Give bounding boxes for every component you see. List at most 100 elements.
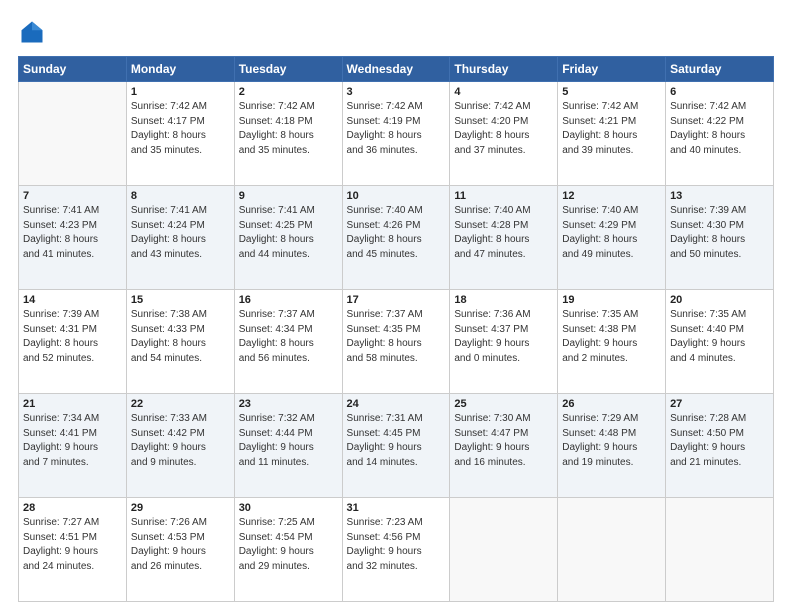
day-info: Sunrise: 7:31 AM Sunset: 4:45 PM Dayligh…	[347, 412, 446, 470]
header	[18, 18, 774, 46]
calendar-cell: 18 Sunrise: 7:36 AM Sunset: 4:37 PM Dayli…	[450, 290, 558, 394]
day-info: Sunrise: 7:42 AM Sunset: 4:22 PM Dayligh…	[670, 100, 769, 158]
day-info: Sunrise: 7:40 AM Sunset: 4:28 PM Dayligh…	[454, 204, 553, 262]
day-info: Sunrise: 7:32 AM Sunset: 4:44 PM Dayligh…	[239, 412, 338, 470]
day-number: 8	[131, 190, 230, 202]
weekday-header-monday: Monday	[126, 57, 234, 82]
day-info: Sunrise: 7:26 AM Sunset: 4:53 PM Dayligh…	[131, 516, 230, 574]
calendar-cell: 28 Sunrise: 7:27 AM Sunset: 4:51 PM Dayli…	[19, 498, 127, 602]
day-info: Sunrise: 7:41 AM Sunset: 4:25 PM Dayligh…	[239, 204, 338, 262]
calendar-week-2: 14Sunrise: 7:39 AM Sunset: 4:31 PM Dayli…	[19, 290, 774, 394]
day-number: 9	[239, 190, 338, 202]
calendar-cell: 29 Sunrise: 7:26 AM Sunset: 4:53 PM Dayli…	[126, 498, 234, 602]
calendar-cell: 10 Sunrise: 7:40 AM Sunset: 4:26 PM Dayli…	[342, 186, 450, 290]
day-info: Sunrise: 7:42 AM Sunset: 4:18 PM Dayligh…	[239, 100, 338, 158]
day-info: Sunrise: 7:33 AM Sunset: 4:42 PM Dayligh…	[131, 412, 230, 470]
day-info: Sunrise: 7:42 AM Sunset: 4:17 PM Dayligh…	[131, 100, 230, 158]
calendar-cell: 19 Sunrise: 7:35 AM Sunset: 4:38 PM Dayli…	[558, 290, 666, 394]
calendar-cell: 31Sunrise: 7:23 AM Sunset: 4:56 PM Dayli…	[342, 498, 450, 602]
calendar-cell: 4 Sunrise: 7:42 AM Sunset: 4:20 PM Daylig…	[450, 82, 558, 186]
day-info: Sunrise: 7:39 AM Sunset: 4:31 PM Dayligh…	[23, 308, 122, 366]
day-info: Sunrise: 7:38 AM Sunset: 4:33 PM Dayligh…	[131, 308, 230, 366]
day-info: Sunrise: 7:40 AM Sunset: 4:29 PM Dayligh…	[562, 204, 661, 262]
calendar-cell	[19, 82, 127, 186]
calendar-cell: 21 Sunrise: 7:34 AM Sunset: 4:41 PM Dayli…	[19, 394, 127, 498]
weekday-header-wednesday: Wednesday	[342, 57, 450, 82]
day-number: 3	[347, 86, 446, 98]
weekday-header-saturday: Saturday	[666, 57, 774, 82]
day-number: 21	[23, 398, 122, 410]
calendar-cell: 15Sunrise: 7:38 AM Sunset: 4:33 PM Dayli…	[126, 290, 234, 394]
day-number: 10	[347, 190, 446, 202]
day-number: 24	[347, 398, 446, 410]
calendar-cell: 6Sunrise: 7:42 AM Sunset: 4:22 PM Daylig…	[666, 82, 774, 186]
day-info: Sunrise: 7:28 AM Sunset: 4:50 PM Dayligh…	[670, 412, 769, 470]
day-info: Sunrise: 7:23 AM Sunset: 4:56 PM Dayligh…	[347, 516, 446, 574]
day-info: Sunrise: 7:37 AM Sunset: 4:35 PM Dayligh…	[347, 308, 446, 366]
calendar-cell: 3Sunrise: 7:42 AM Sunset: 4:19 PM Daylig…	[342, 82, 450, 186]
day-number: 28	[23, 502, 122, 514]
page: SundayMondayTuesdayWednesdayThursdayFrid…	[0, 0, 792, 612]
calendar-week-4: 28 Sunrise: 7:27 AM Sunset: 4:51 PM Dayli…	[19, 498, 774, 602]
weekday-header-sunday: Sunday	[19, 57, 127, 82]
day-number: 23	[239, 398, 338, 410]
calendar-cell: 27Sunrise: 7:28 AM Sunset: 4:50 PM Dayli…	[666, 394, 774, 498]
calendar-cell: 13 Sunrise: 7:39 AM Sunset: 4:30 PM Dayli…	[666, 186, 774, 290]
day-info: Sunrise: 7:37 AM Sunset: 4:34 PM Dayligh…	[239, 308, 338, 366]
day-info: Sunrise: 7:25 AM Sunset: 4:54 PM Dayligh…	[239, 516, 338, 574]
day-number: 26	[562, 398, 661, 410]
day-number: 16	[239, 294, 338, 306]
day-info: Sunrise: 7:39 AM Sunset: 4:30 PM Dayligh…	[670, 204, 769, 262]
weekday-row: SundayMondayTuesdayWednesdayThursdayFrid…	[19, 57, 774, 82]
calendar-cell: 30 Sunrise: 7:25 AM Sunset: 4:54 PM Dayli…	[234, 498, 342, 602]
day-number: 7	[23, 190, 122, 202]
day-number: 18	[454, 294, 553, 306]
day-info: Sunrise: 7:42 AM Sunset: 4:20 PM Dayligh…	[454, 100, 553, 158]
calendar-cell: 17 Sunrise: 7:37 AM Sunset: 4:35 PM Dayli…	[342, 290, 450, 394]
day-number: 13	[670, 190, 769, 202]
day-info: Sunrise: 7:41 AM Sunset: 4:23 PM Dayligh…	[23, 204, 122, 262]
day-info: Sunrise: 7:27 AM Sunset: 4:51 PM Dayligh…	[23, 516, 122, 574]
day-number: 17	[347, 294, 446, 306]
calendar-cell: 25Sunrise: 7:30 AM Sunset: 4:47 PM Dayli…	[450, 394, 558, 498]
day-info: Sunrise: 7:30 AM Sunset: 4:47 PM Dayligh…	[454, 412, 553, 470]
calendar-cell	[666, 498, 774, 602]
day-number: 30	[239, 502, 338, 514]
calendar-cell: 23 Sunrise: 7:32 AM Sunset: 4:44 PM Dayli…	[234, 394, 342, 498]
calendar-cell: 20 Sunrise: 7:35 AM Sunset: 4:40 PM Dayli…	[666, 290, 774, 394]
weekday-header-thursday: Thursday	[450, 57, 558, 82]
day-info: Sunrise: 7:34 AM Sunset: 4:41 PM Dayligh…	[23, 412, 122, 470]
calendar-cell: 12Sunrise: 7:40 AM Sunset: 4:29 PM Dayli…	[558, 186, 666, 290]
weekday-header-friday: Friday	[558, 57, 666, 82]
day-info: Sunrise: 7:35 AM Sunset: 4:40 PM Dayligh…	[670, 308, 769, 366]
day-number: 11	[454, 190, 553, 202]
calendar-cell: 16 Sunrise: 7:37 AM Sunset: 4:34 PM Dayli…	[234, 290, 342, 394]
calendar-body: 1 Sunrise: 7:42 AM Sunset: 4:17 PM Daylig…	[19, 82, 774, 602]
calendar-cell: 22 Sunrise: 7:33 AM Sunset: 4:42 PM Dayli…	[126, 394, 234, 498]
calendar-cell: 9 Sunrise: 7:41 AM Sunset: 4:25 PM Daylig…	[234, 186, 342, 290]
calendar-week-3: 21 Sunrise: 7:34 AM Sunset: 4:41 PM Dayli…	[19, 394, 774, 498]
day-info: Sunrise: 7:36 AM Sunset: 4:37 PM Dayligh…	[454, 308, 553, 366]
day-info: Sunrise: 7:40 AM Sunset: 4:26 PM Dayligh…	[347, 204, 446, 262]
day-number: 1	[131, 86, 230, 98]
calendar-cell	[558, 498, 666, 602]
calendar-cell: 7 Sunrise: 7:41 AM Sunset: 4:23 PM Daylig…	[19, 186, 127, 290]
calendar-cell: 5Sunrise: 7:42 AM Sunset: 4:21 PM Daylig…	[558, 82, 666, 186]
day-info: Sunrise: 7:35 AM Sunset: 4:38 PM Dayligh…	[562, 308, 661, 366]
day-number: 4	[454, 86, 553, 98]
day-number: 19	[562, 294, 661, 306]
day-number: 20	[670, 294, 769, 306]
calendar-cell: 1 Sunrise: 7:42 AM Sunset: 4:17 PM Daylig…	[126, 82, 234, 186]
day-info: Sunrise: 7:29 AM Sunset: 4:48 PM Dayligh…	[562, 412, 661, 470]
calendar-header: SundayMondayTuesdayWednesdayThursdayFrid…	[19, 57, 774, 82]
calendar-cell: 26 Sunrise: 7:29 AM Sunset: 4:48 PM Dayli…	[558, 394, 666, 498]
day-number: 22	[131, 398, 230, 410]
calendar-week-0: 1 Sunrise: 7:42 AM Sunset: 4:17 PM Daylig…	[19, 82, 774, 186]
calendar-table: SundayMondayTuesdayWednesdayThursdayFrid…	[18, 56, 774, 602]
day-info: Sunrise: 7:41 AM Sunset: 4:24 PM Dayligh…	[131, 204, 230, 262]
calendar-week-1: 7 Sunrise: 7:41 AM Sunset: 4:23 PM Daylig…	[19, 186, 774, 290]
day-number: 29	[131, 502, 230, 514]
logo-icon	[18, 18, 46, 46]
day-number: 2	[239, 86, 338, 98]
calendar-cell: 11 Sunrise: 7:40 AM Sunset: 4:28 PM Dayli…	[450, 186, 558, 290]
